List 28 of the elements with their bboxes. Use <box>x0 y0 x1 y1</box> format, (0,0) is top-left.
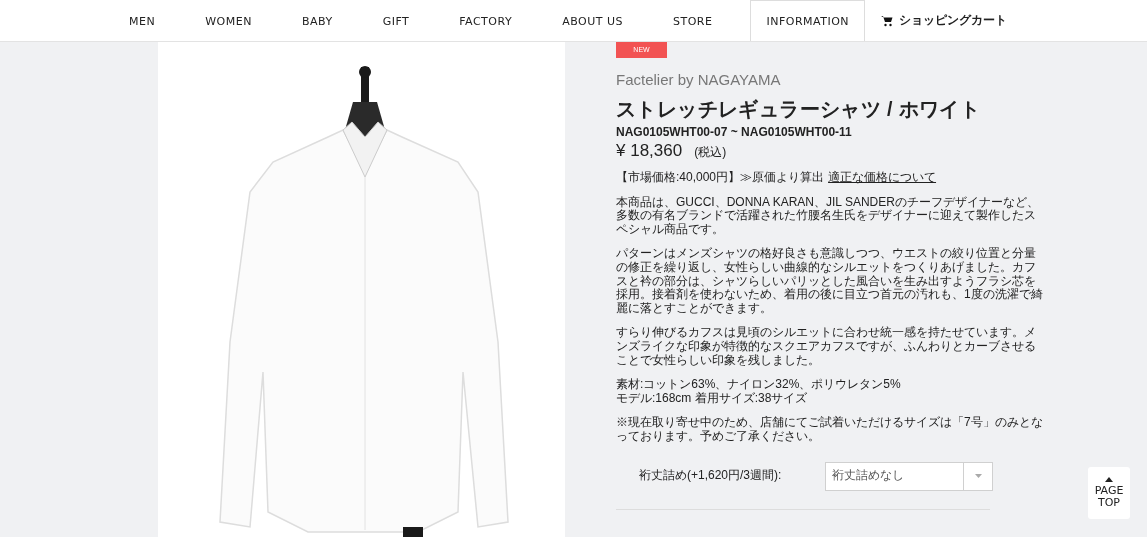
product-code: NAG0105WHT00-07 ~ NAG0105WHT00-11 <box>616 125 853 139</box>
spec-line: 素材:コットン63%、ナイロン32%、ポリウレタン5% <box>616 378 902 392</box>
option-label: 裄丈詰め(+1,620円/3週間): <box>639 469 783 483</box>
brand-name: Factelier by NAGAYAMA <box>616 71 782 89</box>
description-paragraph: すらり伸びるカフスは見頃のシルエットに合わせ統一感を持たせています。メンズライクな印象が特徴的なスクエアカフスですが、ふんわりとカーブさせることで女性らしい印象を残しました。 <box>616 326 1037 368</box>
description-paragraph: パターンはメンズシャツの格好良さも意識しつつ、ウエストの絞り位置と分量の修正を繰り返し、女性らしい曲線的なシルエットをつくりあげました。カフスと衿の部分は、シャツらしいパリッとした風合いを生み出すようフラシ芯を採用。接着剤を使わないため、着用の後に目立つ首元の汚れも、1度の洗濯で綺麗に落とすことができます。 <box>616 247 1044 316</box>
nav-link[interactable]: ABOUT US <box>550 0 635 41</box>
nav-link[interactable]: WOMEN <box>193 0 264 41</box>
price-info-link[interactable]: 適正な価格について <box>828 171 937 185</box>
nav-link[interactable]: GIFT <box>370 0 422 41</box>
nav-link[interactable]: FACTORY <box>447 0 525 41</box>
caret-icon <box>974 474 982 478</box>
nav-link[interactable]: BABY <box>289 0 345 41</box>
nav-link[interactable]: MEN <box>128 0 168 41</box>
sleeve-select[interactable]: 裄丈詰めなし <box>825 461 993 491</box>
description-paragraph: 本商品は、GUCCI、DONNA KARAN、JIL SANDERのチーフデザイナーなど、多数の有名ブランドで活躍された竹腰名生氏をデザイナーに迎えて製作したスペシャル商品です。 <box>616 195 1040 237</box>
product-title: ストレッチレギュラーシャツ / ホワイト <box>616 97 982 121</box>
page-top-button[interactable]: PAGE TOP <box>1088 467 1130 519</box>
cart-icon <box>881 14 894 27</box>
stock-note: ※現在取り寄せ中のため、店舗にてご試着いただけるサイズは「7号」のみとなっております。予めご了承ください。 <box>616 416 1044 444</box>
tax-label: (税込) <box>694 146 727 160</box>
market-price: 【市場価格:40,000円】≫原価より算出 <box>616 171 825 185</box>
up-arrow-icon <box>1105 477 1113 482</box>
nav-link[interactable]: STORE <box>661 0 725 41</box>
cart-link[interactable]: ショッピングカート <box>869 0 1020 41</box>
price: ¥ 18,360 <box>616 141 683 161</box>
nav-link[interactable]: INFORMATION <box>750 0 866 41</box>
spec-line: モデル:168cm 着用サイズ:38サイズ <box>616 391 809 406</box>
